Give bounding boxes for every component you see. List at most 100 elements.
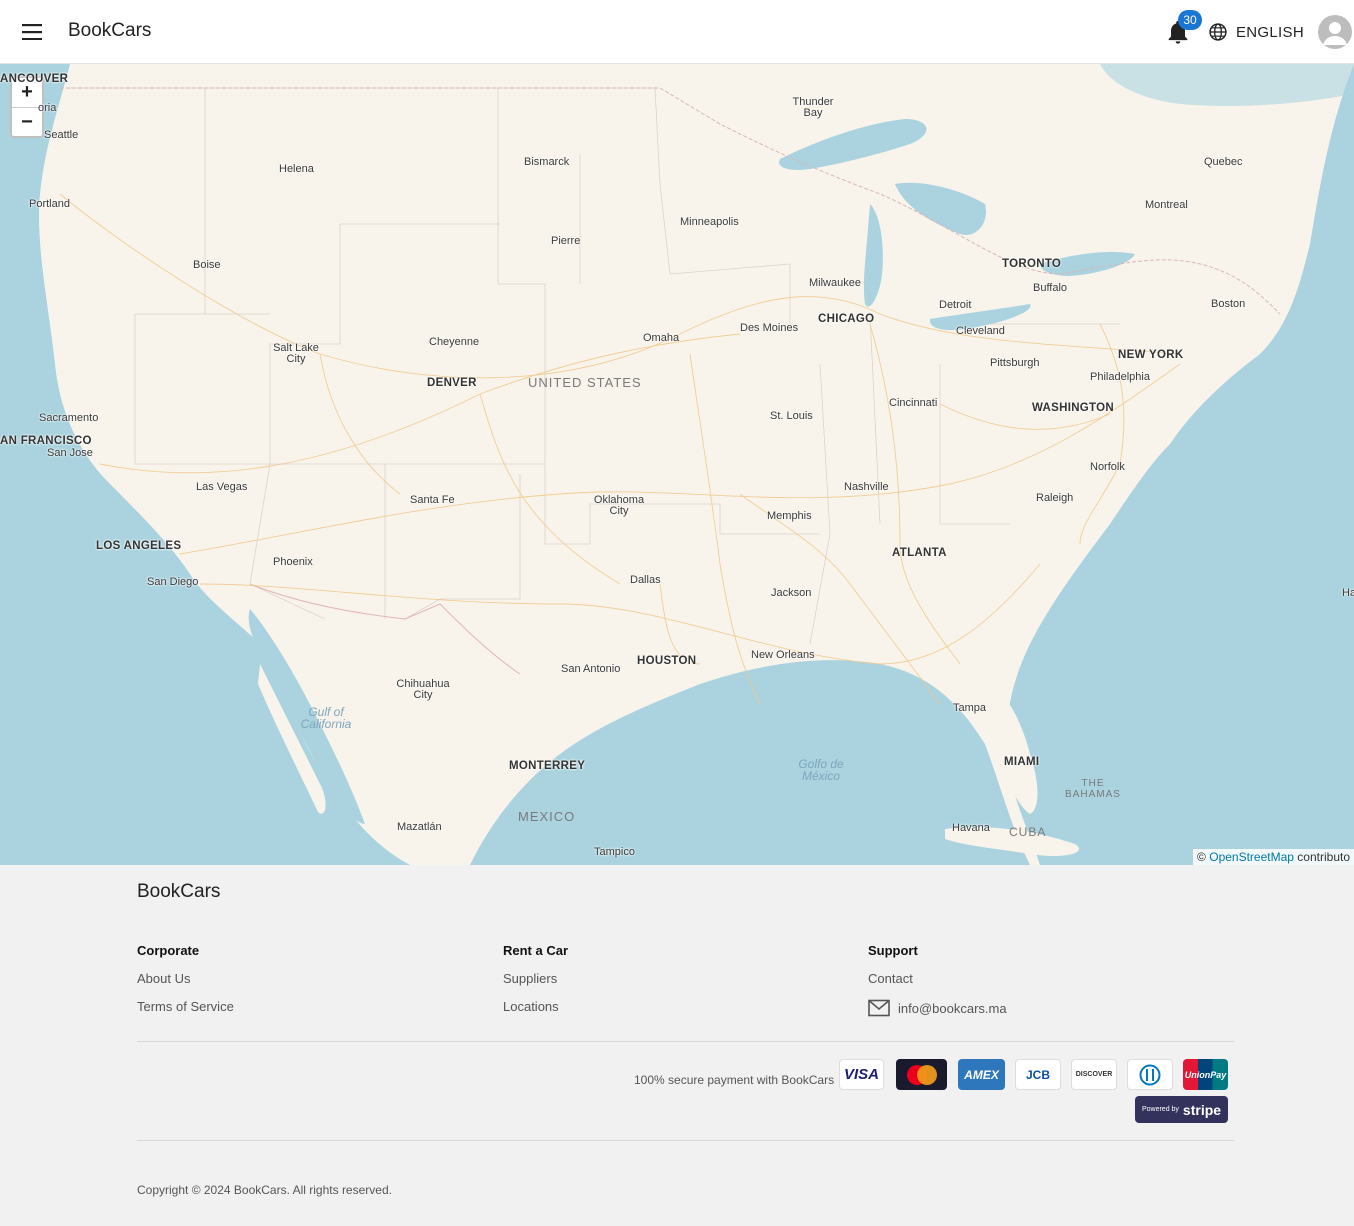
attribution-copyright: © xyxy=(1197,850,1206,864)
city-label: Havana xyxy=(952,822,990,834)
city-label: Dallas xyxy=(630,574,661,586)
city-label: Boston xyxy=(1211,298,1246,310)
city-label: Oklahoma City xyxy=(593,494,645,517)
city-label: LOS ANGELES xyxy=(96,540,182,552)
city-label: MONTERREY xyxy=(509,760,586,772)
city-label: Detroit xyxy=(939,299,972,311)
footer-heading: Support xyxy=(868,943,918,958)
city-label: Mazatlán xyxy=(397,821,442,833)
city-label: Salt Lake City xyxy=(273,342,319,365)
language-label: ENGLISH xyxy=(1236,23,1304,41)
footer: BookCars Corporate About Us Terms of Ser… xyxy=(0,865,1354,1226)
city-label: Phoenix xyxy=(273,556,313,568)
city-label: DENVER xyxy=(427,377,477,389)
diners-icon: diners xyxy=(1127,1059,1173,1090)
city-label: Cleveland xyxy=(956,325,1005,337)
city-label: Boise xyxy=(193,259,221,271)
email-address: info@bookcars.ma xyxy=(898,1000,1007,1016)
notification-count-badge: 30 xyxy=(1178,10,1202,30)
app-brand[interactable]: BookCars xyxy=(68,20,151,42)
city-label: Cincinnati xyxy=(889,397,938,409)
city-label: Cheyenne xyxy=(429,336,480,348)
discover-icon: DISCOVER xyxy=(1071,1059,1117,1090)
city-label: Nashville xyxy=(844,481,889,493)
city-label: Helena xyxy=(279,163,314,175)
language-selector[interactable]: ENGLISH xyxy=(1208,19,1304,45)
city-label: Las Vegas xyxy=(196,481,248,493)
city-label: New Orleans xyxy=(751,649,815,661)
sea-label: Golfo de México xyxy=(798,757,844,783)
locations-link[interactable]: Locations xyxy=(503,999,568,1014)
city-label: ANCOUVER xyxy=(0,73,69,85)
footer-column-support: Support Contact info@bookcars.ma xyxy=(868,943,1007,1017)
city-label: Chihuahua City xyxy=(396,678,450,701)
stripe-prefix: Powered by xyxy=(1141,1106,1179,1113)
city-label: Des Moines xyxy=(740,322,799,334)
mail-icon xyxy=(868,999,890,1017)
mastercard-logo xyxy=(906,1064,937,1085)
map-attribution: © OpenStreetMap contributo xyxy=(1193,849,1354,865)
city-label: Santa Fe xyxy=(410,494,455,506)
email-contact[interactable]: info@bookcars.ma xyxy=(868,999,1007,1017)
mastercard-icon: mastercard xyxy=(896,1059,947,1090)
city-label: Raleigh xyxy=(1036,492,1074,504)
footer-heading: Corporate xyxy=(137,943,200,958)
footer-brand: BookCars xyxy=(137,881,221,902)
city-label: Sacramento xyxy=(39,412,99,424)
attribution-contributors: contributo xyxy=(1297,850,1350,864)
country-label: THE BAHAMAS xyxy=(1065,778,1121,800)
city-label: ATLANTA xyxy=(892,547,947,559)
diners-logo xyxy=(1139,1064,1161,1085)
footer-column-rent: Rent a Car Suppliers Locations xyxy=(503,943,568,1027)
openstreetmap-link[interactable]: OpenStreetMap xyxy=(1209,850,1294,864)
contact-link[interactable]: Contact xyxy=(868,971,1007,986)
user-avatar[interactable] xyxy=(1318,15,1352,49)
city-label: HOUSTON xyxy=(637,655,697,667)
visa-icon: VISA xyxy=(839,1059,884,1090)
city-label: San Antonio xyxy=(561,663,621,675)
country-label: UNITED STATES xyxy=(528,375,642,390)
country-label: CUBA xyxy=(1009,825,1047,839)
city-label: TORONTO xyxy=(1002,258,1062,270)
city-label: Seattle xyxy=(44,129,79,141)
city-label: San Diego xyxy=(147,576,199,588)
city-label: San Jose xyxy=(47,447,93,459)
city-label: Tampa xyxy=(953,702,987,714)
city-label: Portland xyxy=(29,198,70,210)
city-label: NEW YORK xyxy=(1118,349,1184,361)
city-label: Tampico xyxy=(594,846,635,858)
city-label: Pittsburgh xyxy=(990,357,1040,369)
country-label: MEXICO xyxy=(518,809,576,824)
city-label: Milwaukee xyxy=(809,277,861,289)
terms-of-service-link[interactable]: Terms of Service xyxy=(137,999,234,1014)
city-label: Omaha xyxy=(643,332,680,344)
city-label: Pierre xyxy=(551,235,581,247)
city-label: MIAMI xyxy=(1004,756,1040,768)
city-label: Quebec xyxy=(1204,156,1243,168)
suppliers-link[interactable]: Suppliers xyxy=(503,971,568,986)
secure-payment-text: 100% secure payment with BookCars xyxy=(634,1073,835,1087)
footer-heading: Rent a Car xyxy=(503,943,569,958)
city-label: Jackson xyxy=(771,587,812,599)
map-basemap xyxy=(0,64,1354,865)
city-label: Philadelphia xyxy=(1090,371,1150,383)
amex-icon: AMEX xyxy=(958,1059,1005,1090)
hamburger-icon xyxy=(22,24,42,40)
city-label: AN FRANCISCO xyxy=(0,435,92,447)
city-label: WASHINGTON xyxy=(1032,402,1115,414)
city-label: Bismarck xyxy=(524,156,570,168)
globe-icon xyxy=(1209,23,1227,41)
city-label: Minneapolis xyxy=(680,216,739,228)
copyright-text: Copyright © 2024 BookCars. All rights re… xyxy=(137,1183,392,1197)
menu-button[interactable] xyxy=(12,12,52,52)
footer-column-corporate: Corporate About Us Terms of Service xyxy=(137,943,234,1027)
footer-divider xyxy=(137,1041,1234,1042)
city-label: Memphis xyxy=(767,510,812,522)
sea-label: Gulf of California xyxy=(300,705,352,731)
map-view[interactable]: + − ANCOUVER oria Seattle Portland Helen… xyxy=(0,64,1354,865)
about-us-link[interactable]: About Us xyxy=(137,971,234,986)
city-label: CHICAGO xyxy=(818,313,875,325)
city-label: Thunder Bay xyxy=(792,96,834,119)
footer-divider xyxy=(137,1140,1234,1141)
city-label: St. Louis xyxy=(770,410,813,422)
